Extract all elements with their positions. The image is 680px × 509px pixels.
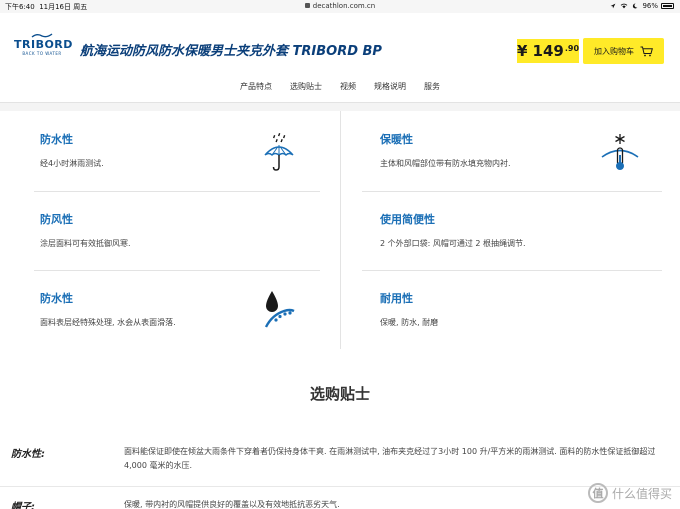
wifi-icon [621, 3, 628, 9]
feature-durability: 耐用性 保暖, 防水, 耐磨 [380, 270, 680, 348]
price-symbol: ¥ [517, 42, 528, 60]
watermark-logo-icon: 值 [587, 483, 608, 503]
tab-features[interactable]: 产品特点 [240, 81, 272, 92]
thermometer-snow-icon [601, 134, 639, 170]
section-divider [0, 103, 680, 111]
url-text: decathlon.com.cn [312, 2, 376, 10]
add-to-cart-button[interactable]: 加入购物车 [583, 38, 664, 64]
section-nav: 产品特点 选购贴士 视频 规格说明 服务 [0, 71, 680, 103]
product-title: 航海运动防风防水保暖男士夹克外套 TRIBORD BP [80, 44, 382, 59]
status-indicators: 96% [609, 2, 674, 10]
feature-title: 防水性 [40, 133, 73, 146]
product-header: TRIBORD BACK TO WATER 航海运动防风防水保暖男士夹克外套 T… [0, 13, 680, 71]
shopping-cart-icon [640, 46, 653, 57]
spec-divider [0, 486, 680, 487]
tab-service[interactable]: 服务 [424, 81, 440, 92]
feature-desc: 经4小时淋雨测试. [40, 159, 104, 168]
feature-desc: 2 个外部口袋: 风帽可通过 2 根抽绳调节. [380, 239, 526, 248]
umbrella-rain-icon [264, 133, 294, 171]
feature-title: 耐用性 [380, 292, 413, 305]
price-tag: ¥ 149.90 [517, 39, 579, 63]
feature-desc: 涂层面料可有效抵御风寒. [40, 239, 131, 248]
status-bar: 下午6:40 11月16日 周五 decathlon.com.cn 96% [0, 0, 680, 13]
watermark-text: 什么值得买 [611, 486, 672, 501]
tab-buying-tips[interactable]: 选购贴士 [290, 81, 322, 92]
tab-specs[interactable]: 规格说明 [374, 81, 406, 92]
feature-title: 保暖性 [380, 133, 413, 146]
spec-label: 防水性: [11, 449, 45, 460]
logo-tagline: BACK TO WATER [22, 51, 62, 56]
water-drop-icon [264, 291, 295, 328]
grid-divider-vertical [340, 111, 341, 349]
feature-windproof: 防风性 涂层面料可有效抵御风寒. [40, 191, 340, 269]
feature-title: 防风性 [40, 213, 73, 226]
feature-desc: 面料表层经特殊处理, 水会从表面滑落. [40, 318, 176, 327]
spec-label: 帽子: [11, 502, 35, 509]
watermark-glyph: 值 [592, 487, 604, 500]
battery-percent: 96% [642, 2, 658, 10]
add-to-cart-label: 加入购物车 [594, 46, 634, 56]
address-bar[interactable]: decathlon.com.cn [0, 2, 680, 10]
feature-title: 使用简便性 [380, 213, 435, 226]
moon-icon [633, 3, 638, 9]
feature-ease-of-use: 使用简便性 2 个外部口袋: 风帽可通过 2 根抽绳调节. [380, 191, 680, 269]
buying-tips-heading: 选购贴士 [309, 385, 370, 403]
price-decimal: .90 [564, 43, 580, 53]
battery-icon [661, 3, 674, 9]
tab-video[interactable]: 视频 [340, 81, 356, 92]
smzdm-watermark: 值 什么值得买 [587, 483, 672, 503]
spec-text: 面料能保证即使在倾盆大雨条件下穿着者仍保持身体干爽. 在雨淋测试中, 油布夹克经… [124, 447, 656, 470]
price-integer: 149 [532, 42, 564, 60]
feature-title: 防水性 [40, 292, 73, 305]
tribord-logo[interactable]: TRIBORD BACK TO WATER [14, 33, 73, 56]
feature-desc: 主体和风帽部位带有防水填充物内衬. [380, 159, 511, 168]
location-icon [611, 3, 616, 9]
logo-wordmark: TRIBORD [14, 38, 73, 51]
features-grid: 防水性 经4小时淋雨测试. 保暖性 主体和风帽部位带有防水填充物内衬. 防风性 [0, 111, 680, 351]
lock-icon [304, 3, 310, 8]
feature-desc: 保暖, 防水, 耐磨 [380, 318, 439, 327]
